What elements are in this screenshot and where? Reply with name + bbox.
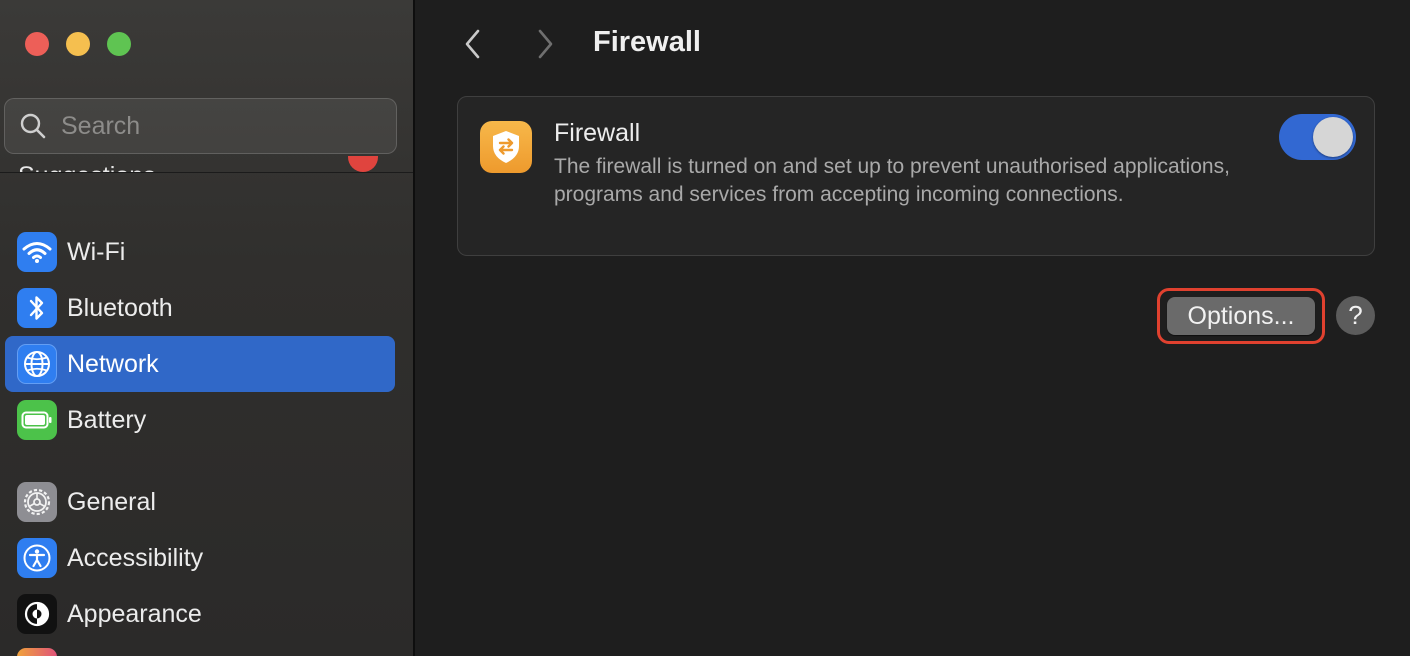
battery-icon [17,400,57,440]
minimize-window-button[interactable] [66,32,90,56]
search-input[interactable] [61,111,361,141]
window-controls [25,32,131,56]
chevron-right-icon [538,29,553,59]
wifi-icon [17,232,57,272]
sidebar-item-appearance[interactable]: Appearance [5,586,395,642]
suggestions-heading[interactable]: Suggestions [18,156,156,172]
accessibility-icon [17,538,57,578]
sidebar-item-bluetooth[interactable]: Bluetooth [5,280,395,336]
sidebar-item-network[interactable]: Network [5,336,395,392]
back-button[interactable] [453,24,493,64]
bluetooth-icon [17,288,57,328]
suggestions-badge [348,156,378,172]
firewall-title: Firewall [554,119,641,147]
next-item-icon [17,648,57,656]
sidebar-item-label: Battery [67,405,147,434]
help-button[interactable]: ? [1336,296,1375,335]
sidebar-item-wifi[interactable]: Wi-Fi [5,224,395,280]
options-button[interactable]: Options... [1167,297,1315,335]
sidebar-item-label: Network [67,349,159,378]
gear-icon [17,482,57,522]
toggle-knob [1313,117,1353,157]
firewall-card: Firewall The firewall is turned on and s… [457,96,1375,256]
sidebar-item-label: Accessibility [67,543,204,572]
sidebar-divider [0,172,413,173]
globe-icon [17,344,57,384]
sidebar-item-accessibility[interactable]: Accessibility [5,530,395,586]
appearance-icon [17,594,57,634]
sidebar-item-label: General [67,487,156,516]
zoom-window-button[interactable] [107,32,131,56]
search-icon [20,113,46,139]
page-title: Firewall [593,26,701,58]
content-pane: Firewall Firewall The firewall is turned… [417,0,1410,656]
firewall-toggle[interactable] [1279,114,1356,160]
firewall-description: The firewall is turned on and set up to … [554,155,1230,206]
sidebar-item-label: Appearance [67,599,202,628]
close-window-button[interactable] [25,32,49,56]
sidebar: Suggestions Wi-Fi Bluetooth [0,0,415,656]
sidebar-item-label: Bluetooth [67,293,173,322]
forward-button[interactable] [525,24,565,64]
chevron-left-icon [465,29,480,59]
options-highlight: Options... [1157,288,1325,344]
search-field[interactable] [4,98,397,154]
sidebar-item-label: Wi-Fi [67,237,126,266]
sidebar-item-general[interactable]: General [5,474,395,530]
sidebar-item-battery[interactable]: Battery [5,392,395,448]
firewall-shield-icon [480,121,532,173]
